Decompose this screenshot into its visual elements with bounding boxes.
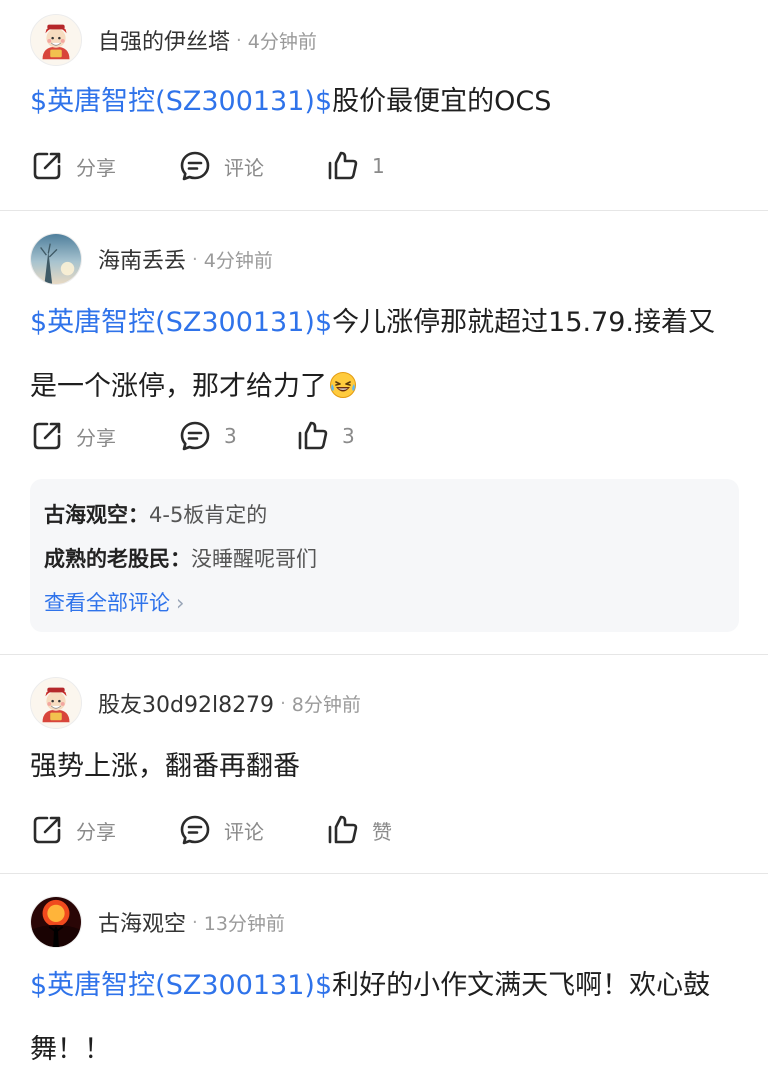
post-content[interactable]: $英唐智控(SZ300131)$股价最便宜的OCS (30, 70, 738, 134)
comment-label: 评论 (224, 155, 264, 180)
separator-dot: · (280, 692, 286, 714)
chevron-right-icon: › (176, 591, 185, 615)
comments-preview[interactable]: 古海观空：4-5板肯定的 成熟的老股民：没睡醒呢哥们 查看全部评论 › (30, 479, 739, 632)
view-all-comments-link[interactable]: 查看全部评论 › (44, 581, 725, 625)
post-content[interactable]: 强势上涨，翻番再翻番 (30, 735, 738, 799)
post-header: 古海观空 · 13分钟前 (30, 896, 285, 948)
post-3[interactable]: 股友30d92l8279 · 8分钟前 强势上涨，翻番再翻番 分享 评论 赞 (0, 655, 768, 874)
like-count: 1 (372, 154, 385, 178)
post-1[interactable]: 自强的伊丝塔 · 4分钟前 $英唐智控(SZ300131)$股价最便宜的OCS … (0, 0, 768, 211)
share-label: 分享 (76, 819, 116, 844)
post-header: 自强的伊丝塔 · 4分钟前 (30, 14, 317, 66)
username[interactable]: 古海观空 (98, 906, 186, 938)
post-header: 股友30d92l8279 · 8分钟前 (30, 677, 361, 729)
like-button[interactable]: 1 (326, 149, 385, 183)
comment-button[interactable]: 3 (178, 419, 296, 453)
comment-button[interactable]: 评论 (178, 813, 326, 847)
comment-button[interactable]: 评论 (178, 149, 326, 183)
view-all-label: 查看全部评论 (44, 591, 170, 615)
share-button[interactable]: 分享 (30, 149, 178, 183)
laughing-emoji-icon (329, 371, 357, 399)
share-icon (30, 813, 64, 847)
post-header: 海南丢丢 · 4分钟前 (30, 233, 273, 285)
username[interactable]: 自强的伊丝塔 (98, 24, 230, 56)
timestamp: 4分钟前 (203, 249, 273, 272)
separator-dot: · (192, 248, 198, 270)
avatar[interactable] (30, 677, 82, 729)
share-label: 分享 (76, 155, 116, 180)
like-button[interactable]: 赞 (326, 813, 392, 847)
separator-dot: · (192, 911, 198, 933)
post-text: 股价最便宜的OCS (332, 86, 552, 117)
like-label: 赞 (372, 819, 392, 844)
timestamp: 13分钟前 (203, 912, 285, 935)
comment-item[interactable]: 成熟的老股民：没睡醒呢哥们 (44, 537, 725, 581)
share-icon (30, 149, 64, 183)
username[interactable]: 股友30d92l8279 (98, 687, 274, 719)
comment-text: 没睡醒呢哥们 (191, 547, 317, 571)
comment-label: 评论 (224, 819, 264, 844)
comment-icon (178, 419, 212, 453)
comment-item[interactable]: 古海观空：4-5板肯定的 (44, 493, 725, 537)
comment-count: 3 (224, 424, 237, 448)
share-label: 分享 (76, 425, 116, 450)
avatar[interactable] (30, 896, 82, 948)
comment-text: 4-5板肯定的 (149, 503, 268, 527)
comment-author[interactable]: 成熟的老股民： (44, 547, 191, 571)
username[interactable]: 海南丢丢 (98, 243, 186, 275)
avatar[interactable] (30, 14, 82, 66)
post-2[interactable]: 海南丢丢 · 4分钟前 $英唐智控(SZ300131)$今儿涨停那就超过15.7… (0, 211, 768, 655)
comment-icon (178, 149, 212, 183)
stock-link[interactable]: $英唐智控(SZ300131)$ (30, 86, 332, 117)
avatar[interactable] (30, 233, 82, 285)
thumbs-up-icon (296, 419, 330, 453)
timestamp: 8分钟前 (291, 693, 361, 716)
post-4[interactable]: 古海观空 · 13分钟前 $英唐智控(SZ300131)$利好的小作文满天飞啊！… (0, 874, 768, 1074)
thumbs-up-icon (326, 149, 360, 183)
share-button[interactable]: 分享 (30, 813, 178, 847)
action-bar: 分享 评论 赞 (30, 810, 392, 850)
comment-icon (178, 813, 212, 847)
action-bar: 分享 3 3 (30, 416, 355, 456)
share-button[interactable]: 分享 (30, 419, 178, 453)
stock-link[interactable]: $英唐智控(SZ300131)$ (30, 970, 332, 1001)
post-content[interactable]: $英唐智控(SZ300131)$利好的小作文满天飞啊！欢心鼓舞！！ (30, 954, 738, 1082)
comment-author[interactable]: 古海观空： (44, 503, 149, 527)
action-bar: 分享 评论 1 (30, 146, 385, 186)
separator-dot: · (236, 29, 242, 51)
post-content[interactable]: $英唐智控(SZ300131)$今儿涨停那就超过15.79.接着又是一个涨停，那… (30, 291, 738, 419)
like-count: 3 (342, 424, 355, 448)
timestamp: 4分钟前 (247, 30, 317, 53)
post-text: 强势上涨，翻番再翻番 (30, 751, 300, 782)
share-icon (30, 419, 64, 453)
like-button[interactable]: 3 (296, 419, 355, 453)
thumbs-up-icon (326, 813, 360, 847)
stock-link[interactable]: $英唐智控(SZ300131)$ (30, 307, 332, 338)
